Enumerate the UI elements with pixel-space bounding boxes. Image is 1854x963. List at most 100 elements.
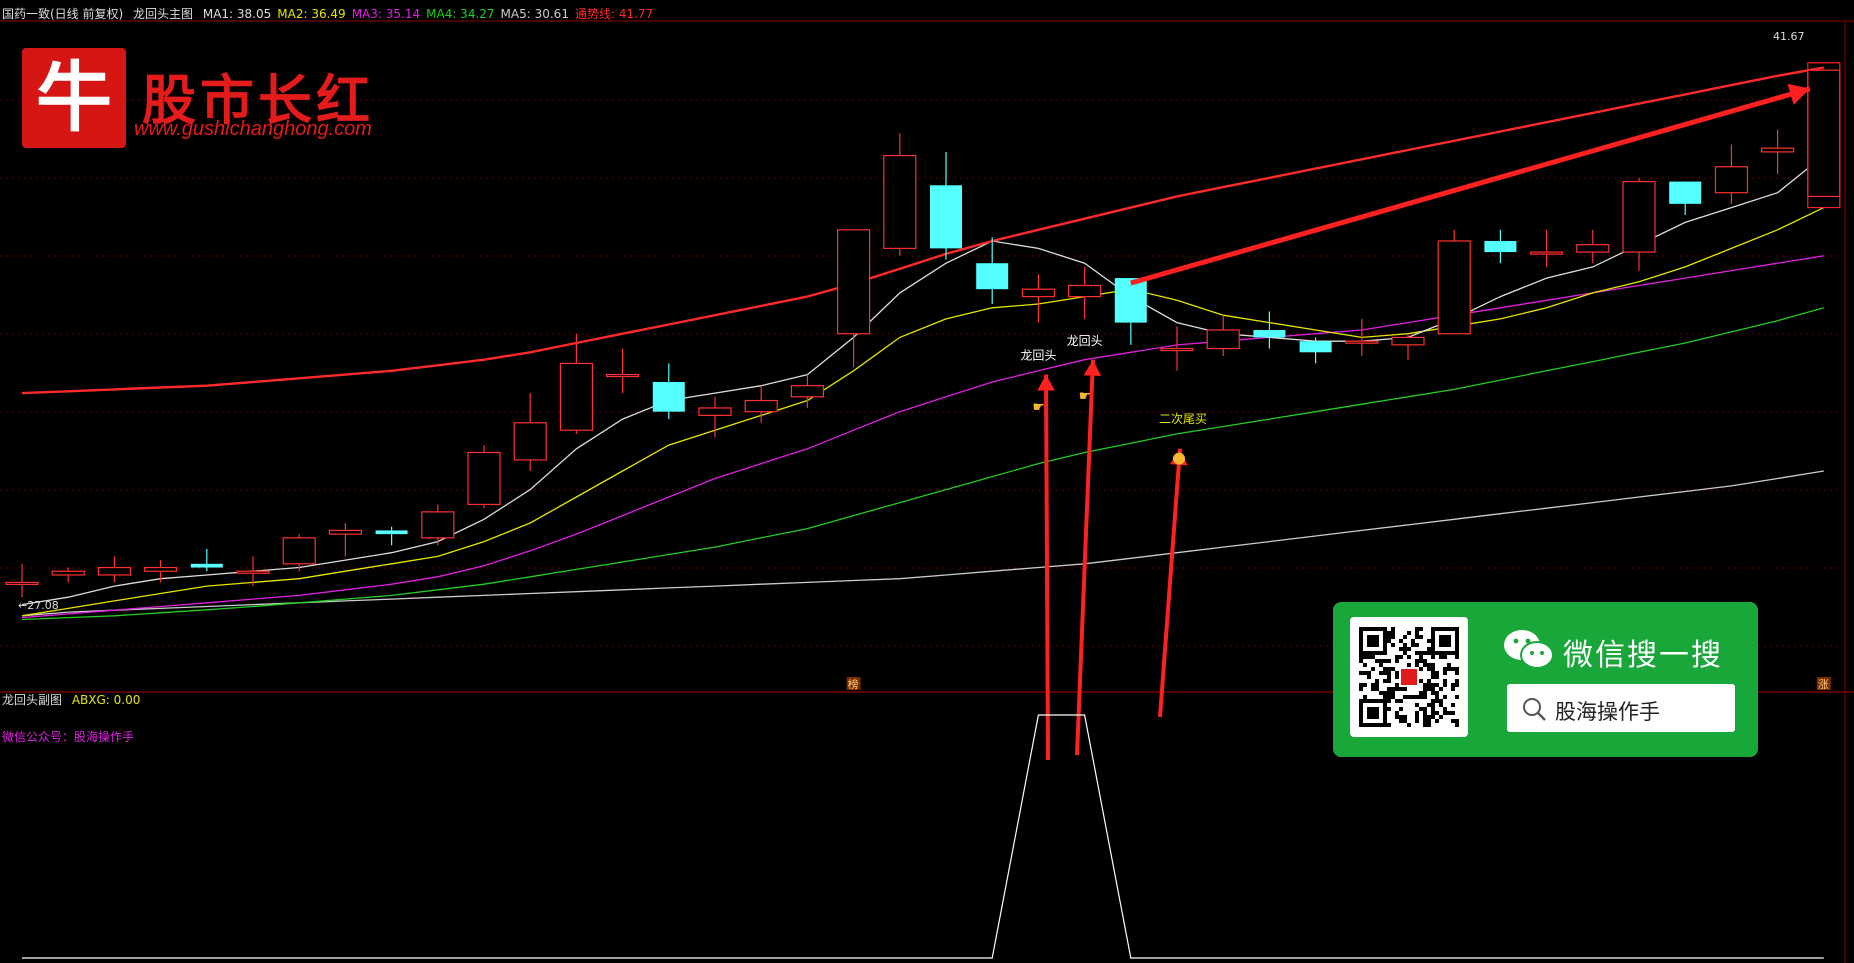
qr-module <box>1415 635 1419 639</box>
candle-body <box>1669 181 1702 204</box>
candle-body <box>1807 69 1841 198</box>
qr-module <box>1387 699 1391 703</box>
candle-body <box>790 385 825 398</box>
qr-module <box>1399 639 1403 643</box>
qr-module <box>1395 687 1399 691</box>
candle-body <box>652 381 685 412</box>
candle-body <box>421 511 455 539</box>
qr-module <box>1379 671 1383 675</box>
signal-arrow <box>1044 374 1050 761</box>
qr-module <box>1395 715 1399 719</box>
qr-module <box>1455 723 1459 727</box>
qr-module <box>1399 655 1403 659</box>
candle-body <box>698 407 732 416</box>
qr-module <box>1411 643 1415 647</box>
candle-body <box>1484 240 1517 253</box>
candle-body <box>744 399 778 413</box>
qr-module <box>1423 651 1427 655</box>
qr-module <box>1443 683 1447 687</box>
qr-module <box>1367 675 1371 679</box>
qr-module <box>1427 647 1431 651</box>
qr-module <box>1427 719 1431 723</box>
qr-module <box>1423 695 1427 699</box>
qr-module <box>1415 659 1419 663</box>
qr-module <box>1403 695 1407 699</box>
qr-module <box>1455 719 1459 723</box>
marker-label: 涨 <box>1818 678 1829 691</box>
qr-module <box>1371 667 1375 671</box>
signal-arrow <box>1075 359 1095 756</box>
candle-body <box>1576 244 1610 253</box>
qr-module <box>1419 695 1423 699</box>
qr-module <box>1423 711 1427 715</box>
qr-module <box>1419 707 1423 711</box>
qr-module <box>1427 687 1431 691</box>
qr-module <box>1443 679 1447 683</box>
qr-module <box>1427 683 1431 687</box>
qr-module <box>1431 707 1435 711</box>
qr-module <box>1423 663 1427 667</box>
qr-module <box>1399 647 1403 651</box>
candle-body <box>559 362 594 431</box>
qr-module <box>1443 711 1447 715</box>
qr-module <box>1427 679 1431 683</box>
qr-module <box>1439 699 1443 703</box>
qr-module <box>1455 679 1459 683</box>
signal-arrow <box>1158 448 1182 718</box>
qr-module <box>1419 651 1423 655</box>
qr-module <box>1407 723 1411 727</box>
wechat-icon <box>1504 630 1554 669</box>
candle-body <box>282 537 316 565</box>
trend-arrow-head <box>1787 83 1810 105</box>
candle-body <box>1299 341 1332 353</box>
qr-module <box>1383 671 1387 675</box>
qr-module <box>1431 703 1435 707</box>
candle-body <box>930 185 962 249</box>
qr-module <box>1419 667 1423 671</box>
qr-module <box>1395 659 1399 663</box>
qr-module <box>1367 655 1371 659</box>
qr-module <box>1439 715 1443 719</box>
wechat-search-box[interactable]: 股海操作手 <box>1507 684 1735 732</box>
qr-module <box>1451 711 1455 715</box>
candle-body <box>1622 180 1656 253</box>
qr-module <box>1391 687 1395 691</box>
qr-module <box>1395 683 1399 687</box>
qr-module <box>1403 643 1407 647</box>
qr-module <box>1375 659 1379 663</box>
qr-module <box>1455 667 1459 671</box>
qr-module <box>1371 687 1375 691</box>
candle-body <box>1114 278 1147 323</box>
qr-module <box>1415 627 1419 631</box>
indicator-name[interactable]: 龙回头主图 <box>133 7 193 21</box>
qr-module <box>1447 667 1451 671</box>
qr-module <box>1435 699 1439 703</box>
qr-module <box>1439 687 1443 691</box>
qr-module <box>1419 679 1423 683</box>
qr-module <box>1427 667 1431 671</box>
qr-module <box>1395 655 1399 659</box>
logo: 牛 股市长红 www.gushichanghong.com <box>22 48 402 158</box>
candle-body <box>836 229 871 335</box>
qr-module <box>1443 695 1447 699</box>
qr-module <box>1395 699 1399 703</box>
qr-module <box>1435 683 1439 687</box>
high-price-label: 41.67 <box>1773 30 1805 43</box>
qr-module <box>1375 687 1379 691</box>
qr-module <box>1395 675 1399 679</box>
qr-module <box>1399 687 1403 691</box>
qr-module <box>1451 683 1455 687</box>
qr-module <box>1419 655 1423 659</box>
qr-module <box>1411 639 1415 643</box>
qr-module <box>1367 635 1379 647</box>
candle-body <box>1714 166 1749 194</box>
qr-module <box>1387 707 1391 711</box>
qr-module <box>1403 719 1407 723</box>
qr-module <box>1423 687 1427 691</box>
qr-module <box>1431 711 1435 715</box>
qr-module <box>1447 663 1451 667</box>
sub-indicator-name[interactable]: 龙回头副图 <box>2 693 62 707</box>
signal-label: 龙回头 <box>1020 349 1056 363</box>
stock-name[interactable]: 国药一致(日线 前复权) <box>2 7 123 21</box>
qr-module <box>1431 715 1435 719</box>
